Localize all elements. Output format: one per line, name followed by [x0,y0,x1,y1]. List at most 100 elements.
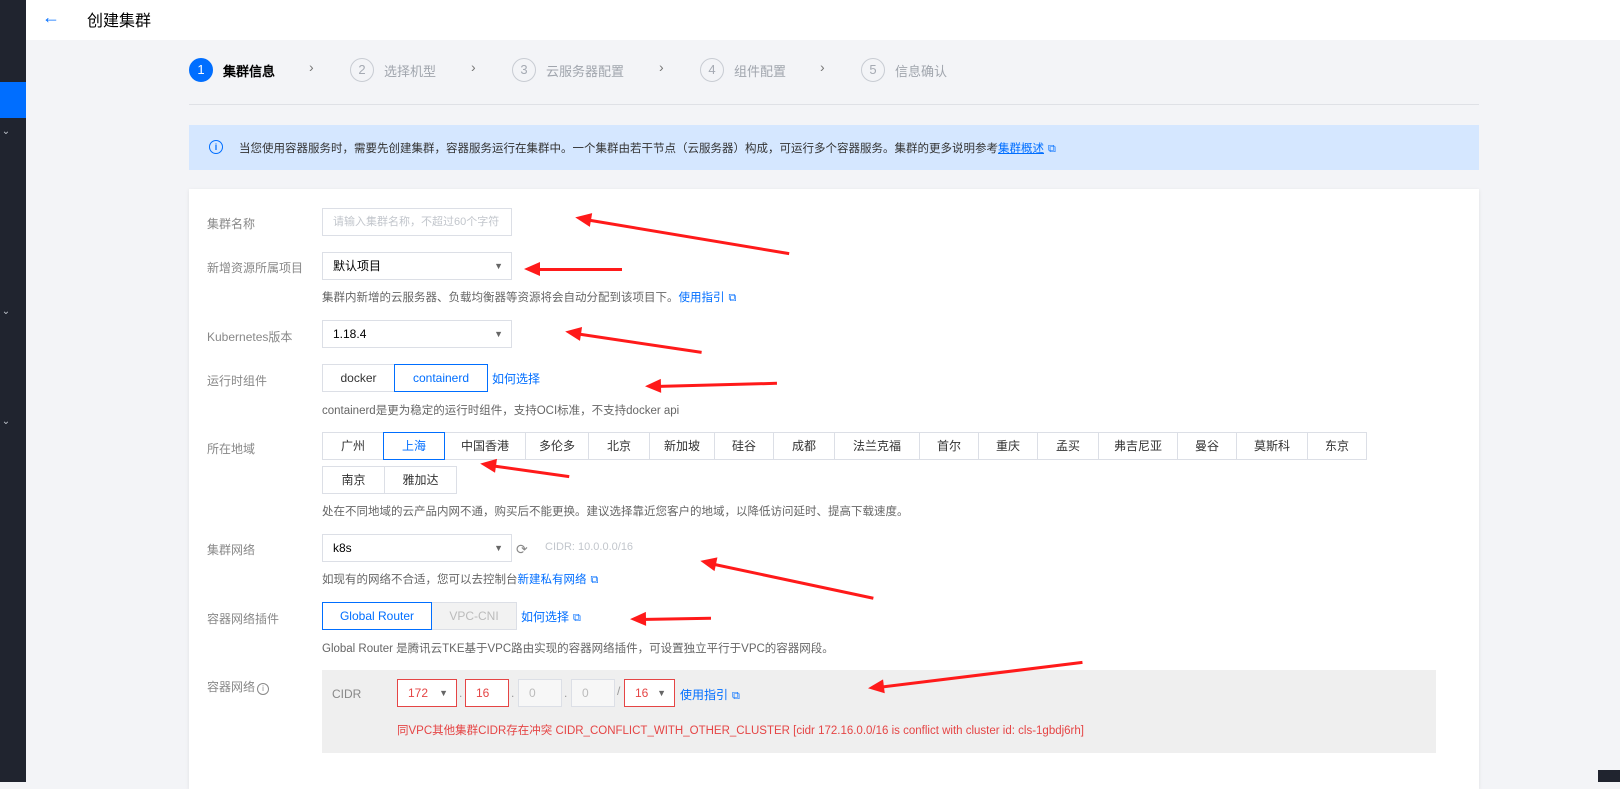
cluster-name-label: 集群名称 [207,217,256,231]
k8s-version-select[interactable]: 1.18.4 ▼ [322,320,512,348]
step-label: 信息确认 [895,63,948,79]
region-option[interactable]: 首尔 [919,432,979,460]
step-5: 5 信息确认 [861,58,947,82]
slash-separator: / [617,684,621,698]
step-number: 4 [700,58,724,82]
annotation-arrow [524,262,622,276]
caret-down-icon: ▼ [494,543,503,553]
region-option[interactable]: 北京 [588,432,650,460]
k8s-version-value: 1.18.4 [333,327,367,341]
cidr-octet3-input[interactable]: 0 [518,679,562,707]
network-label: 集群网络 [207,543,256,557]
external-link-icon[interactable]: ⧉ [1048,143,1056,156]
container-network-label: 容器网络 i [207,678,270,695]
project-select[interactable]: 默认项目 ▼ [322,252,512,280]
notice-text: 当您使用容器服务时，需要先创建集群，容器服务运行在集群中。一个集群由若干节点（云… [239,140,1056,156]
new-vpc-link[interactable]: 新建私有网络 [518,574,587,586]
chevron-right-icon: › [820,59,825,75]
region-option[interactable]: 雅加达 [384,466,457,494]
region-option[interactable]: 多伦多 [525,432,589,460]
cidr-help: 使用指引 ⧉ [680,686,740,703]
region-option[interactable]: 莫斯科 [1236,432,1308,460]
help-icon[interactable]: i [257,683,270,695]
region-option[interactable]: 成都 [773,432,835,460]
step-label: 云服务器配置 [546,63,625,79]
cidr-mask-value: 16 [635,686,649,700]
cidr-octet1-value: 172 [408,686,429,700]
step-label: 组件配置 [734,63,787,79]
step-number: 1 [189,58,213,82]
network-plugin-hint: Global Router 是腾讯云TKE基于VPC路由实现的容器网络插件，可设… [322,643,834,655]
cidr-label: CIDR [332,687,362,701]
stepper: 1 集群信息 › 2 选择机型 › 3 云服务器配置 › 4 组件配置 › 5 … [189,58,1479,88]
divider [189,104,1479,105]
cidr-octet2-input[interactable]: 16 [465,679,509,707]
cidr-octet1-select[interactable]: 172 ▼ [397,679,457,707]
dot-separator: . [511,686,515,700]
arrow-left-icon[interactable]: ← [42,7,60,28]
container-network-label-text: 容器网络 [207,680,256,694]
plugin-option-vpc-cni[interactable]: VPC-CNI [431,602,517,630]
region-option[interactable]: 中国香港 [444,432,526,460]
step-2: 2 选择机型 [350,58,436,82]
chevron-right-icon: › [309,59,314,75]
region-option[interactable]: 孟买 [1037,432,1099,460]
project-hint-text: 集群内新增的云服务器、负载均衡器等资源将会自动分配到该项目下。 [322,292,679,304]
cluster-overview-link[interactable]: 集群概述 [998,143,1044,155]
caret-down-icon: ▼ [494,261,503,271]
region-option[interactable]: 曼谷 [1177,432,1237,460]
region-option[interactable]: 重庆 [978,432,1038,460]
chevron-down-icon[interactable]: ⌄ [0,306,12,317]
region-option[interactable]: 东京 [1307,432,1367,460]
network-select[interactable]: k8s ▼ [322,534,512,562]
header: ← 创建集群 [26,0,1620,40]
info-icon: i [209,140,223,154]
runtime-option-docker[interactable]: docker [322,364,395,392]
external-link-icon[interactable]: ⧉ [732,690,740,703]
step-3: 3 云服务器配置 [512,58,624,82]
sidebar-active-item[interactable] [0,82,26,118]
usage-guide-link[interactable]: 使用指引 [679,292,725,304]
page-title: 创建集群 [87,13,152,30]
caret-down-icon: ▼ [657,688,666,698]
runtime-hint: containerd是更为稳定的运行时组件，支持OCI标准，不支持docker … [322,405,680,417]
chevron-right-icon: › [659,59,664,75]
region-option[interactable]: 硅谷 [714,432,774,460]
cluster-name-input[interactable]: 请输入集群名称，不超过60个字符 [322,208,512,236]
external-link-icon[interactable]: ⧉ [729,292,737,305]
cidr-usage-guide-link[interactable]: 使用指引 [680,688,728,702]
external-link-icon[interactable]: ⧉ [573,612,581,625]
chevron-down-icon[interactable]: ⌄ [0,416,12,427]
region-option[interactable]: 弗吉尼亚 [1098,432,1178,460]
step-1: 1 集群信息 [189,58,275,82]
network-hint-text: 如现有的网络不合适，您可以去控制台 [322,574,518,586]
step-4: 4 组件配置 [700,58,786,82]
runtime-option-containerd[interactable]: containerd [394,364,488,392]
notice-banner: i 当您使用容器服务时，需要先创建集群，容器服务运行在集群中。一个集群由若干节点… [189,125,1479,170]
refresh-icon[interactable]: ⟳ [516,541,528,558]
chevron-down-icon[interactable]: ⌄ [0,126,12,137]
region-option[interactable]: 广州 [322,432,384,460]
region-option[interactable]: 上海 [383,432,445,460]
region-option[interactable]: 南京 [322,466,385,494]
scrollbar-corner [1598,770,1620,782]
cidr-mask-select[interactable]: 16 ▼ [624,679,675,707]
region-option[interactable]: 法兰克福 [834,432,920,460]
step-label: 集群信息 [223,63,276,79]
cidr-octet4-input[interactable]: 0 [571,679,615,707]
caret-down-icon: ▼ [494,329,503,339]
region-label: 所在地域 [207,442,256,456]
sidebar: ⌄ ⌄ ⌄ [0,0,26,782]
plugin-option-global-router[interactable]: Global Router [322,602,432,630]
region-option[interactable]: 新加坡 [649,432,715,460]
step-number: 3 [512,58,536,82]
runtime-help-link[interactable]: 如何选择 [492,370,540,387]
network-plugin-label: 容器网络插件 [207,612,280,626]
dot-separator: . [459,686,463,700]
step-label: 选择机型 [384,63,437,79]
project-hint: 集群内新增的云服务器、负载均衡器等资源将会自动分配到该项目下。使用指引 ⧉ [322,289,736,305]
plugin-help-link[interactable]: 如何选择 [521,610,569,624]
region-hint: 处在不同地域的云产品内网不通，购买后不能更换。建议选择靠近您客户的地域，以降低访… [322,506,909,518]
chevron-right-icon: › [471,59,476,75]
external-link-icon[interactable]: ⧉ [591,574,599,587]
